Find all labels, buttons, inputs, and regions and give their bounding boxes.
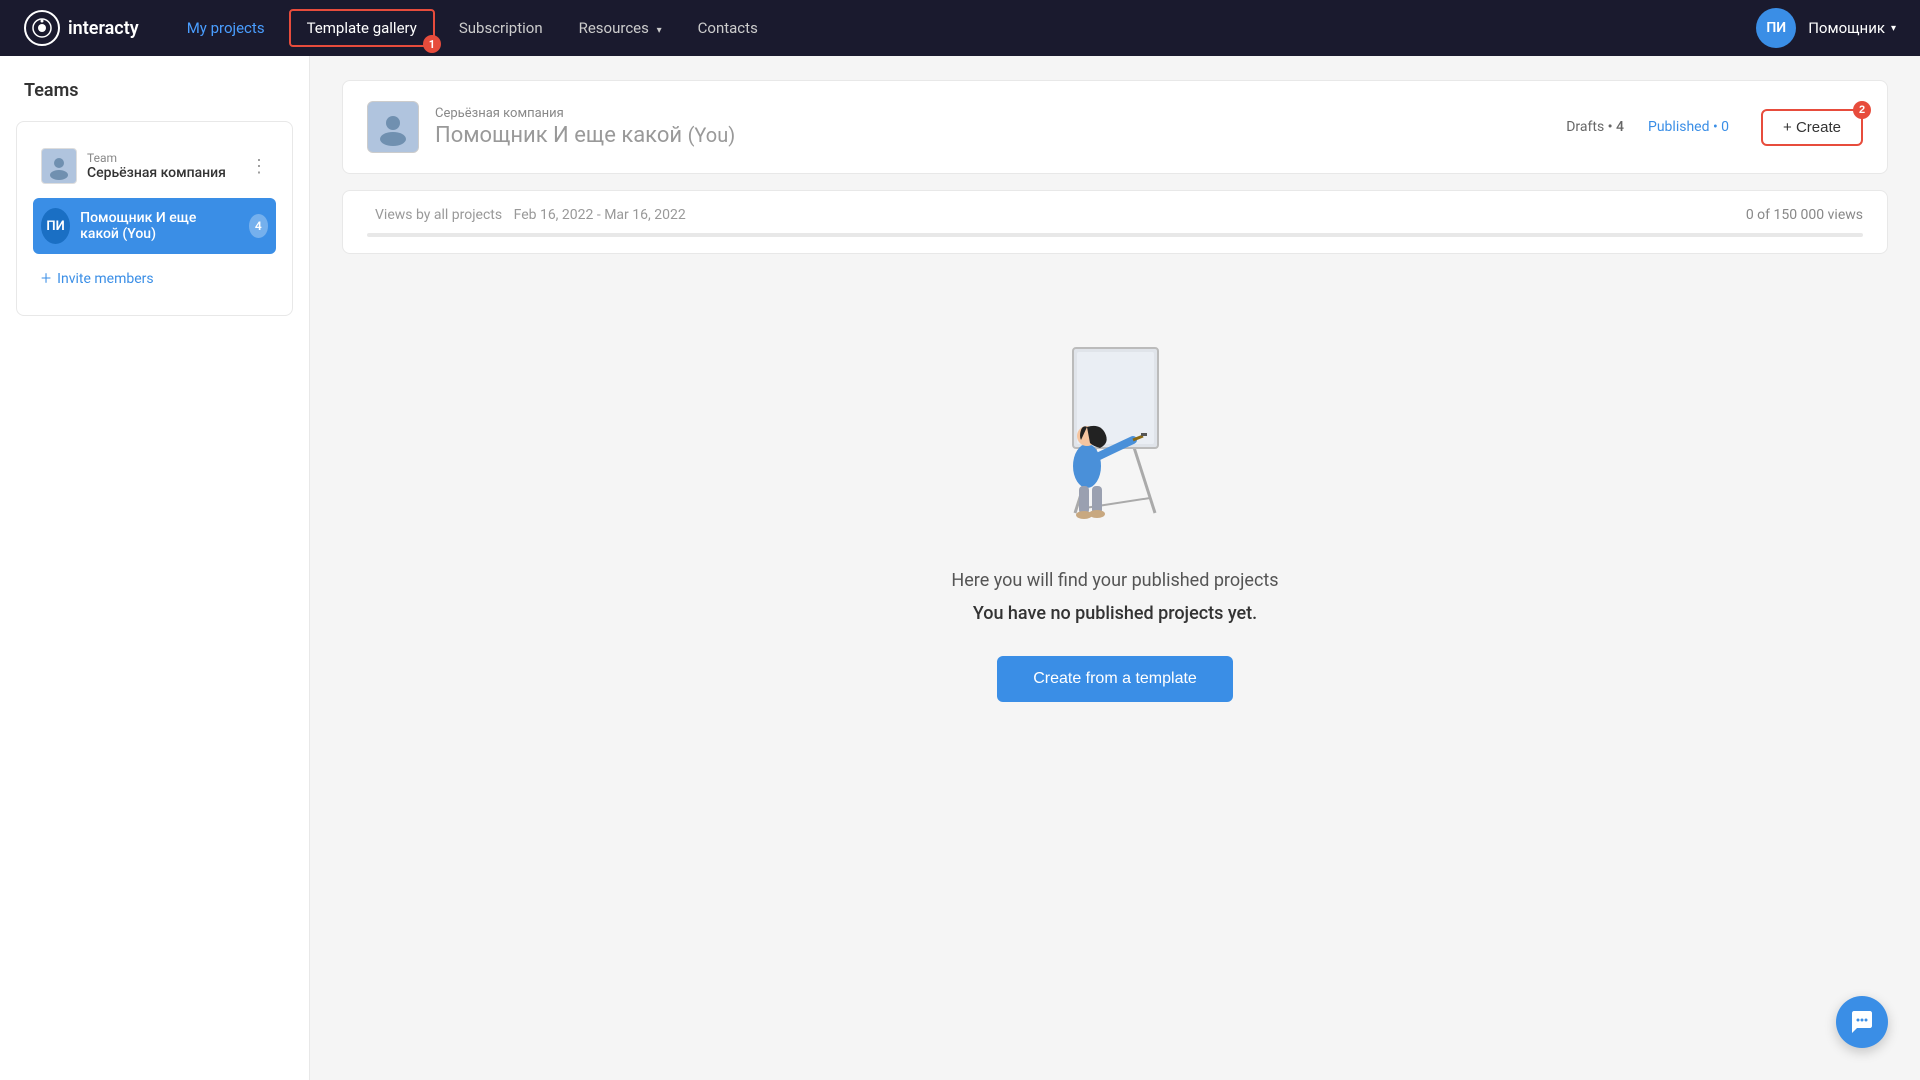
create-from-template-button[interactable]: Create from a template	[997, 656, 1233, 702]
nav-links: My projects Template gallery 1 Subscript…	[171, 9, 1757, 47]
logo-icon	[24, 10, 60, 46]
user-chevron-icon: ▾	[1891, 23, 1896, 34]
navbar: interacty My projects Template gallery 1…	[0, 0, 1920, 56]
empty-state: Here you will find your published projec…	[342, 278, 1888, 762]
layout: Teams Team Серьёзная компания ⋮	[0, 56, 1920, 1080]
logo[interactable]: interacty	[24, 10, 139, 46]
user-menu[interactable]: Помощник ▾	[1808, 19, 1896, 37]
project-header: Серьёзная компания Помощник И еще какой …	[342, 80, 1888, 174]
team-avatar-img	[41, 148, 77, 184]
invite-members-label: Invite members	[57, 271, 153, 287]
views-label: Views by all projects Feb 16, 2022 - Mar…	[367, 207, 686, 223]
published-count: 0	[1721, 119, 1729, 135]
project-title: Помощник И еще какой (You)	[435, 123, 735, 148]
team-name: Серьёзная компания	[87, 165, 226, 181]
user-name: Помощник	[1808, 19, 1885, 37]
user-avatar: ПИ	[1756, 8, 1796, 48]
nav-template-gallery-badge: 1	[423, 35, 441, 53]
views-bar: Views by all projects Feb 16, 2022 - Mar…	[342, 190, 1888, 254]
member-item-pomoshnik[interactable]: ПИ Помощник И еще какой (You) 4	[33, 198, 276, 254]
team-card: Team Серьёзная компания ⋮ ПИ Помощник И …	[16, 121, 293, 316]
member-name: Помощник И еще какой (You)	[80, 210, 238, 242]
team-label: Team	[87, 151, 226, 165]
team-item-serious-company[interactable]: Team Серьёзная компания ⋮	[33, 138, 276, 194]
member-avatar: ПИ	[41, 208, 70, 244]
project-title-you: (You)	[688, 123, 736, 147]
empty-title: Here you will find your published projec…	[951, 570, 1278, 591]
nav-resources-label: Resources	[579, 19, 649, 37]
create-button[interactable]: + Create 2	[1761, 109, 1863, 146]
nav-template-gallery[interactable]: Template gallery 1	[289, 9, 435, 47]
nav-subscription[interactable]: Subscription	[443, 11, 559, 45]
team-info: Team Серьёзная компания	[87, 151, 226, 181]
views-progress-bg	[367, 233, 1863, 237]
stat-drafts: Drafts • 4	[1566, 119, 1624, 135]
nav-resources-arrow: ▾	[657, 25, 662, 36]
invite-members-link[interactable]: + Invite members	[33, 258, 276, 299]
team-options-icon[interactable]: ⋮	[250, 156, 268, 177]
nav-contacts[interactable]: Contacts	[682, 11, 774, 45]
create-button-badge: 2	[1853, 101, 1871, 119]
drafts-label: Drafts	[1566, 119, 1604, 135]
published-label: Published	[1648, 119, 1709, 135]
create-button-label: + Create	[1783, 119, 1841, 136]
empty-illustration	[1005, 318, 1225, 538]
drafts-count: 4	[1616, 119, 1624, 135]
main-content: Серьёзная компания Помощник И еще какой …	[310, 56, 1920, 1080]
nav-resources[interactable]: Resources ▾	[563, 11, 678, 45]
project-logo	[367, 101, 419, 153]
views-count: 0 of 150 000 views	[1746, 207, 1863, 223]
invite-plus-icon: +	[41, 268, 51, 289]
views-row: Views by all projects Feb 16, 2022 - Mar…	[367, 207, 1863, 223]
project-title-main: Помощник И еще какой	[435, 123, 682, 148]
sidebar: Teams Team Серьёзная компания ⋮	[0, 56, 310, 1080]
views-label-text: Views by all projects	[375, 207, 502, 223]
chat-button[interactable]	[1836, 996, 1888, 1048]
views-date-range: Feb 16, 2022 - Mar 16, 2022	[514, 207, 686, 223]
sidebar-title: Teams	[16, 80, 293, 101]
logo-text: interacty	[68, 18, 139, 39]
nav-my-projects[interactable]: My projects	[171, 11, 281, 45]
nav-template-gallery-label: Template gallery	[307, 19, 417, 37]
nav-right: ПИ Помощник ▾	[1756, 8, 1896, 48]
project-info: Серьёзная компания Помощник И еще какой …	[435, 106, 735, 148]
empty-subtitle: You have no published projects yet.	[973, 603, 1257, 624]
project-company: Серьёзная компания	[435, 106, 735, 121]
member-count: 4	[249, 214, 268, 238]
project-stats: Drafts • 4 Published • 0	[1566, 119, 1729, 135]
stat-published[interactable]: Published • 0	[1648, 119, 1729, 135]
